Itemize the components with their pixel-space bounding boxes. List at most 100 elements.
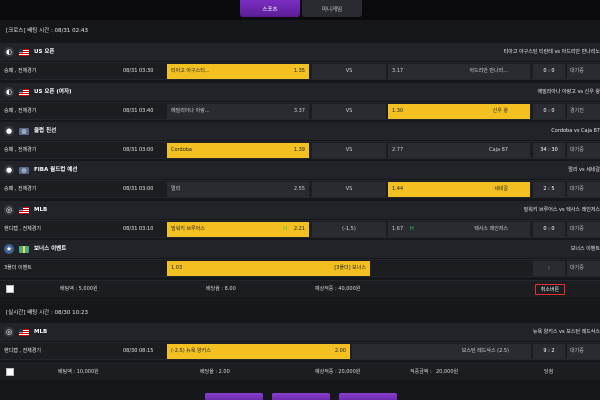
home-team: 에밀리아나 아랑... — [171, 108, 210, 114]
status: 대기중 — [567, 143, 600, 158]
score: 0 : 0 — [533, 64, 565, 79]
away-odd-button[interactable]: 보스턴 레드삭스 (2.5) — [352, 344, 531, 359]
baseball-icon: ◎ — [4, 205, 14, 215]
score: 0 : 0 — [533, 222, 565, 237]
us-flag-icon — [19, 49, 29, 56]
select-checkbox[interactable] — [6, 368, 14, 376]
home-odd: 1.35 — [293, 68, 305, 74]
expected-win: 예상적중 : 20,000원 — [315, 369, 361, 375]
score: 9 : 2 — [533, 344, 565, 359]
bet-type: 3폴더 이벤트 — [4, 265, 32, 271]
league-name: 보너스 이벤트 — [34, 246, 67, 252]
odds-up-indicator: H — [410, 226, 414, 232]
win-amount-label: 적중금액 : — [410, 369, 432, 375]
bet-row: 승패 , 전체경기 08/31 03:00 Cordoba 1.39 VS 2.… — [0, 141, 600, 159]
us-flag-icon — [19, 89, 29, 96]
match-title: 뉴욕 양키스 vs 보스턴 레드삭스 — [532, 329, 600, 335]
home-odd-button[interactable]: 밀워키 브루어스 H 2.21 — [167, 222, 309, 237]
cancel-button[interactable]: 취소버튼 — [535, 284, 565, 295]
home-odd: 1.39 — [293, 147, 305, 153]
bonus-icon: ★ — [4, 244, 14, 254]
league-name: MLB — [34, 207, 48, 213]
league-header: ★ 보너스 이벤트 보너스 이벤트 — [0, 240, 600, 258]
league-name: US 오픈 (여자) — [34, 89, 72, 95]
match-title: 밀워키 브루어스 vs 텍사스 레인저스 — [523, 207, 600, 213]
bonus-odd-button[interactable]: 1.03 [3폴더] 보너스 — [167, 261, 370, 276]
top-tabs: 스포츠 미니게임 — [0, 0, 600, 20]
bottom-action-button[interactable] — [205, 393, 263, 400]
basketball-icon: ● — [4, 126, 14, 136]
gift-flag-icon — [19, 246, 29, 253]
away-odd: 1.67 — [392, 226, 404, 232]
away-team: 세네갈 — [494, 186, 508, 192]
bonus-odd: 1.03 — [171, 265, 183, 271]
basketball-icon: ● — [4, 165, 14, 175]
away-odd-button[interactable]: 1.44 세네갈 — [388, 182, 530, 197]
bet-odds: 배당율 : 2.00 — [200, 369, 230, 375]
bet-summary: 배팅액 : 5,000원 배당율 : 8.00 예상적중 : 40,000원 취… — [0, 280, 600, 297]
world-flag-icon — [19, 167, 29, 174]
league-header: ● FIBA 월드컵 예선 멀리 vs 세네갈 — [0, 161, 600, 179]
away-odd-button[interactable]: 2.77 Caja 87 — [388, 143, 530, 158]
bottom-action-button[interactable] — [339, 393, 397, 400]
bet-row: 핸디캡 , 전체경기 08/30 08:15 (-2.5) 뉴욕 양키스 2.0… — [0, 342, 600, 360]
home-team: (-2.5) 뉴욕 양키스 — [171, 348, 211, 354]
tab-minigame[interactable]: 미니게임 — [302, 0, 362, 17]
bet-row: 승패 , 전체경기 08/31 03:30 티아고 아구스티... 1.35 V… — [0, 62, 600, 80]
bet-summary: 배팅액 : 10,000원 배당율 : 2.00 예상적중 : 20,000원 … — [0, 363, 600, 380]
bet-type: 승패 , 전체경기 — [4, 68, 37, 74]
vs-label: VS — [312, 143, 386, 158]
score: 0 : 0 — [533, 104, 565, 119]
league-header: ◎ MLB 뉴욕 양키스 vs 보스턴 레드삭스 — [0, 323, 600, 341]
bet-odds: 배당율 : 8.00 — [206, 286, 236, 292]
bonus-label: [3폴더] 보너스 — [334, 265, 366, 271]
home-team: 티아고 아구스티... — [171, 68, 210, 74]
match-time: 08/31 03:00 — [123, 147, 154, 153]
bet-type: 승패 , 전체경기 — [4, 108, 37, 114]
away-odd: 3.17 — [392, 68, 404, 74]
away-odd-button[interactable]: 1.30 신우 왕 — [388, 104, 530, 119]
status: 대기중 — [567, 64, 600, 79]
home-odd: 2.55 — [293, 186, 305, 192]
league-name: MLB — [34, 329, 48, 335]
bet-type: 승패 , 전체경기 — [4, 147, 37, 153]
home-odd-button[interactable]: (-2.5) 뉴욕 양키스 2.00 — [167, 344, 350, 359]
home-odd-button[interactable]: 티아고 아구스티... 1.35 — [167, 64, 309, 79]
bet-amount: 배팅액 : 5,000원 — [60, 286, 98, 292]
league-header: ◎ MLB 밀워키 브루어스 vs 텍사스 레인저스 — [0, 201, 600, 219]
vs-label: VS — [312, 182, 386, 197]
section-title-cross: [크로스] 배팅 시간 : 08/31 02:43 — [0, 23, 600, 37]
league-header: ◐ US 오픈 (여자) 에밀리아나 아랑고 vs 신우 왕 — [0, 83, 600, 101]
score: 34 : 30 — [533, 143, 565, 158]
win-amount: 20,000원 — [436, 369, 459, 375]
away-odd-button[interactable]: 1.67 H 텍사스 레인저스 — [388, 222, 530, 237]
status: 대기중 — [567, 182, 600, 197]
section-title-live: [실시간] 배팅 시간 : 08/30 10:23 — [0, 305, 600, 319]
us-flag-icon — [19, 329, 29, 336]
match-title: 보너스 이벤트 — [570, 246, 600, 252]
result-status: 당첨 — [544, 369, 554, 375]
status: 대기중 — [567, 222, 600, 237]
bet-row: 핸디캡 , 전체경기 08/31 03:10 밀워키 브루어스 H 2.21 (… — [0, 220, 600, 238]
match-title: 에밀리아나 아랑고 vs 신우 왕 — [537, 89, 600, 95]
status: 대기중 — [567, 344, 600, 359]
match-time: 08/31 03:40 — [123, 108, 154, 114]
home-odd-button[interactable]: Cordoba 1.39 — [167, 143, 309, 158]
match-time: 08/31 03:10 — [123, 226, 154, 232]
bottom-action-button[interactable] — [272, 393, 330, 400]
home-odd-button[interactable]: 에밀리아나 아랑... 3.37 — [167, 104, 309, 119]
us-flag-icon — [19, 207, 29, 214]
match-time: 08/31 03:30 — [123, 68, 154, 74]
away-odd: 1.44 — [392, 186, 404, 192]
vs-label: VS — [312, 104, 386, 119]
baseball-icon: ◎ — [4, 327, 14, 337]
match-time: 08/31 03:00 — [123, 186, 154, 192]
select-checkbox[interactable] — [6, 285, 14, 293]
match-time: 08/30 08:15 — [123, 348, 154, 354]
league-name: US 오픈 — [34, 49, 55, 55]
home-odd-button[interactable]: 멀리 2.55 — [167, 182, 309, 197]
league-header: ◐ US 오픈 티아고 아구스틴 티란테 vs 아드리안 만나리노 — [0, 43, 600, 61]
tab-sports[interactable]: 스포츠 — [240, 0, 300, 17]
away-odd-button[interactable]: 3.17 아드리안 만나리... — [388, 64, 530, 79]
away-team: 아드리안 만나리... — [469, 68, 508, 74]
